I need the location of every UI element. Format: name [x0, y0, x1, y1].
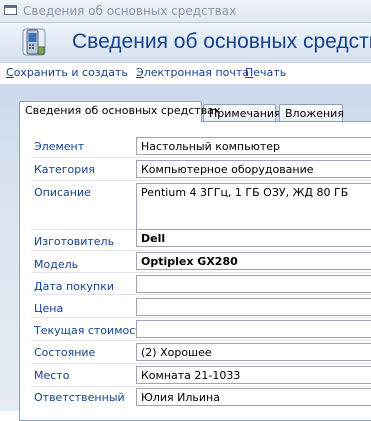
row-divider — [31, 272, 371, 273]
purchase-date-field[interactable] — [136, 275, 371, 293]
category-label: Категория — [34, 163, 95, 176]
price-label: Цена — [34, 302, 64, 315]
row-divider — [31, 250, 371, 251]
description-field[interactable]: Pentium 4 3ГГц, 1 ГБ ОЗУ, ЖД 80 ГБ — [136, 183, 371, 231]
manufacturer-label: Изготовитель — [34, 235, 115, 248]
description-label: Описание — [34, 186, 91, 199]
email-button[interactable]: Электронная почта — [136, 66, 249, 79]
title-bar: Сведения об основных средствах — [0, 0, 371, 23]
page-title: Сведения об основных средствах — [72, 30, 371, 53]
row-divider — [31, 386, 371, 387]
condition-select[interactable]: (2) Хорошее — [136, 343, 371, 361]
print-button[interactable]: Печать — [245, 66, 286, 79]
location-label: Место — [34, 369, 70, 382]
row-divider — [31, 363, 371, 364]
form-toolbar: Сохранить и создать Электронная почта Пе… — [0, 63, 371, 83]
current-value-label: Текущая стоимость — [34, 324, 149, 337]
tab-label: Сведения об основных средствах — [25, 104, 221, 117]
tab-attachments[interactable]: Вложения — [279, 104, 344, 122]
save-and-new-button[interactable]: Сохранить и создать — [6, 66, 128, 79]
tab-label: Вложения — [285, 107, 344, 120]
row-divider — [31, 157, 371, 158]
form-header: Сведения об основных средствах — [0, 23, 371, 63]
model-label: Модель — [34, 258, 79, 271]
mobile-device-icon — [22, 28, 46, 56]
condition-label: Состояние — [34, 346, 96, 359]
row-divider — [31, 317, 371, 318]
owner-select[interactable]: Юлия Ильина — [136, 388, 371, 406]
location-field[interactable]: Комната 21-1033 — [136, 366, 371, 384]
category-field[interactable]: Компьютерное оборудование — [136, 160, 371, 178]
form-window-icon — [4, 5, 17, 15]
current-value-field[interactable] — [136, 320, 371, 338]
purchase-date-label: Дата покупки — [34, 280, 115, 293]
model-field[interactable]: Optiplex GX280 — [136, 252, 371, 270]
row-divider — [31, 340, 371, 341]
owner-label: Ответственный — [34, 391, 125, 404]
row-divider — [31, 180, 371, 181]
price-field[interactable] — [136, 298, 371, 316]
window-title: Сведения об основных средствах — [23, 4, 237, 18]
manufacturer-field[interactable]: Dell — [136, 229, 371, 247]
tab-asset-details[interactable]: Сведения об основных средствах — [19, 101, 220, 122]
element-label: Элемент — [34, 140, 85, 153]
element-field[interactable]: Настольный компьютер — [136, 137, 371, 155]
row-divider — [31, 294, 371, 295]
